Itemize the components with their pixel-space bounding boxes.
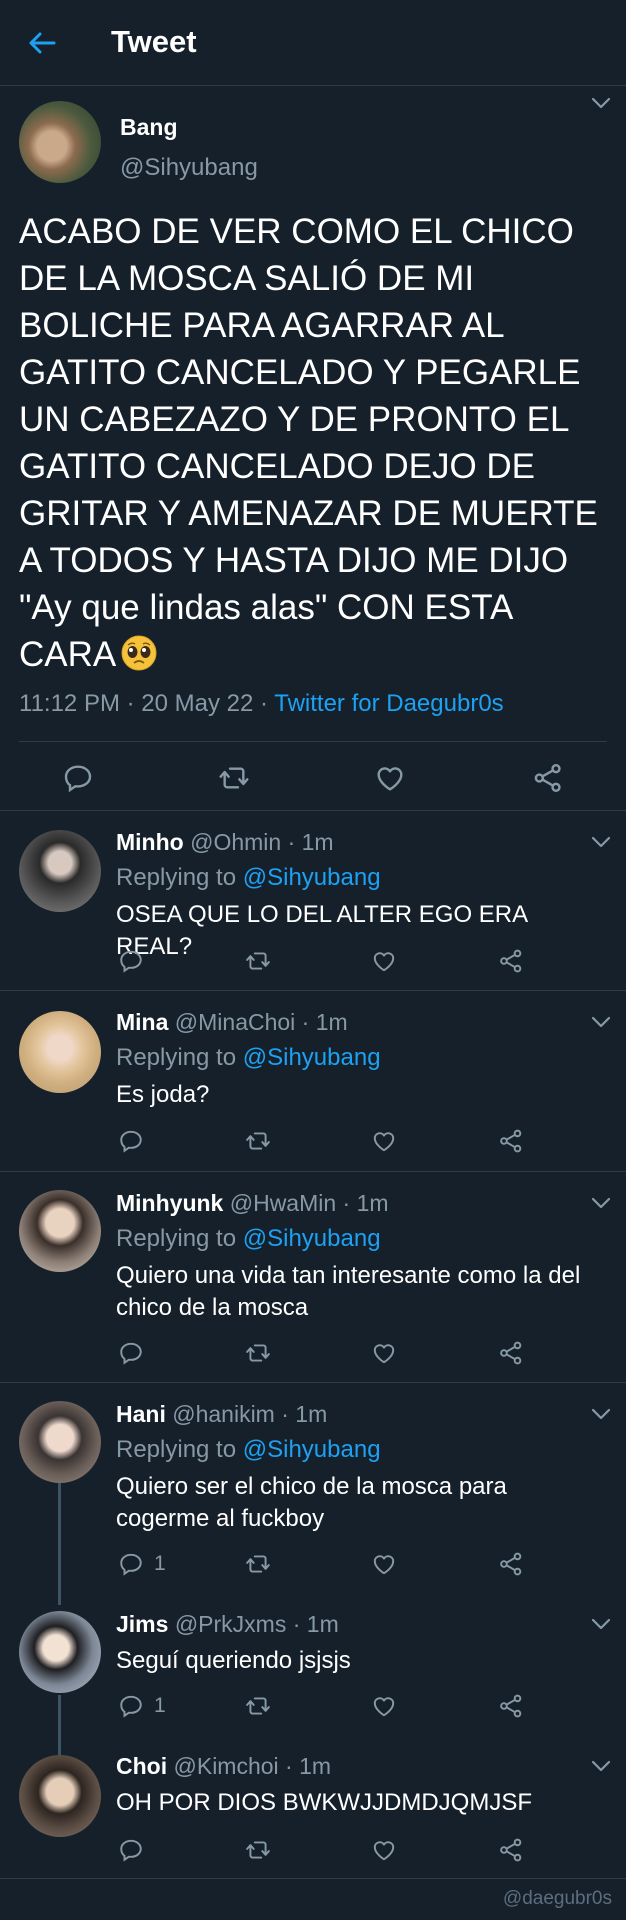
avatar[interactable] bbox=[19, 1611, 101, 1693]
chevron-down-icon[interactable] bbox=[590, 1617, 612, 1631]
reply-actions bbox=[0, 1128, 626, 1158]
avatar[interactable] bbox=[19, 1755, 101, 1837]
tweet-text: ACABO DE VER COMO EL CHICO DE LA MOSCA S… bbox=[19, 208, 609, 678]
top-bar: Tweet bbox=[0, 0, 626, 86]
reply-actions bbox=[0, 1837, 626, 1867]
avatar[interactable] bbox=[19, 1011, 101, 1093]
tweet-meta: 11:12 PM · 20 May 22 · Twitter for Daegu… bbox=[19, 690, 504, 718]
retweet-icon[interactable] bbox=[245, 1128, 271, 1154]
author-name[interactable]: Hani bbox=[116, 1401, 166, 1427]
chevron-down-icon[interactable] bbox=[590, 1407, 612, 1421]
author-handle[interactable]: @Ohmin · 1m bbox=[190, 829, 333, 855]
chevron-down-icon[interactable] bbox=[590, 835, 612, 849]
author-handle[interactable]: @MinaChoi · 1m bbox=[175, 1009, 348, 1035]
reply-text: Seguí queriendo jsjsjs bbox=[116, 1647, 351, 1674]
reply-tweet[interactable]: Mina @MinaChoi · 1m Replying to @Sihyuba… bbox=[0, 991, 626, 1172]
like-icon[interactable] bbox=[371, 1837, 397, 1863]
retweet-icon[interactable] bbox=[245, 948, 271, 974]
reply-text: OH POR DIOS BWKWJJDMDJQMJSF bbox=[116, 1789, 532, 1816]
tweet-actions bbox=[0, 754, 626, 804]
replying-handle[interactable]: @Sihyubang bbox=[243, 864, 381, 891]
reply-text: Quiero una vida tan interesante como la … bbox=[116, 1262, 581, 1321]
chevron-down-icon[interactable] bbox=[590, 1196, 612, 1210]
pleading-face-emoji bbox=[120, 634, 158, 672]
reply-tweet[interactable]: Minho @Ohmin · 1m Replying to @Sihyubang… bbox=[0, 811, 626, 991]
author-handle[interactable]: @PrkJxms · 1m bbox=[175, 1611, 339, 1637]
reply-tweet[interactable]: Jims @PrkJxms · 1m Seguí queriendo jsjsj… bbox=[0, 1593, 626, 1735]
tweet-text-body: ACABO DE VER COMO EL CHICO DE LA MOSCA S… bbox=[19, 212, 598, 674]
like-icon[interactable] bbox=[371, 1693, 397, 1719]
author-handle[interactable]: @Kimchoi · 1m bbox=[174, 1753, 332, 1779]
like-icon[interactable] bbox=[371, 1551, 397, 1577]
replying-handle[interactable]: @Sihyubang bbox=[243, 1436, 381, 1463]
author-name[interactable]: Minhyunk bbox=[116, 1190, 223, 1216]
retweet-icon[interactable] bbox=[245, 1340, 271, 1366]
share-icon[interactable] bbox=[532, 762, 564, 794]
reply-actions bbox=[0, 1340, 626, 1370]
chevron-down-icon[interactable] bbox=[590, 96, 612, 110]
retweet-icon[interactable] bbox=[245, 1693, 271, 1719]
reply-tweet[interactable]: Minhyunk @HwaMin · 1m Replying to @Sihyu… bbox=[0, 1172, 626, 1383]
replying-to: Replying to @Sihyubang bbox=[116, 1436, 381, 1463]
share-icon[interactable] bbox=[498, 1128, 524, 1154]
reply-icon[interactable] bbox=[118, 948, 144, 974]
divider bbox=[19, 741, 607, 742]
replying-handle[interactable]: @Sihyubang bbox=[243, 1225, 381, 1252]
reply-actions: 1 bbox=[0, 1551, 626, 1581]
like-icon[interactable] bbox=[371, 1128, 397, 1154]
reply-icon[interactable] bbox=[118, 1128, 144, 1154]
reply-actions: 1 bbox=[0, 1693, 626, 1723]
avatar[interactable] bbox=[19, 1401, 101, 1483]
replying-to: Replying to @Sihyubang bbox=[116, 1225, 381, 1252]
avatar[interactable] bbox=[19, 1190, 101, 1272]
arrow-left-icon bbox=[29, 32, 56, 54]
like-icon[interactable] bbox=[371, 948, 397, 974]
replying-to: Replying to @Sihyubang bbox=[116, 1044, 381, 1071]
share-icon[interactable] bbox=[498, 1551, 524, 1577]
author-handle[interactable]: @Sihyubang bbox=[120, 154, 258, 182]
author-handle[interactable]: @HwaMin · 1m bbox=[230, 1190, 389, 1216]
author-name[interactable]: Bang bbox=[120, 114, 178, 141]
author-name[interactable]: Mina bbox=[116, 1009, 168, 1035]
reply-count: 1 bbox=[154, 1694, 166, 1717]
share-icon[interactable] bbox=[498, 1340, 524, 1366]
replying-handle[interactable]: @Sihyubang bbox=[243, 1044, 381, 1071]
reply-actions bbox=[0, 948, 626, 978]
avatar[interactable] bbox=[19, 101, 101, 183]
replying-to: Replying to @Sihyubang bbox=[116, 864, 381, 891]
chevron-down-icon[interactable] bbox=[590, 1759, 612, 1773]
reply-icon[interactable] bbox=[118, 1551, 144, 1577]
reply-text: Es joda? bbox=[116, 1081, 210, 1108]
share-icon[interactable] bbox=[498, 1693, 524, 1719]
tweet-timestamp[interactable]: 11:12 PM · 20 May 22 · bbox=[19, 690, 274, 717]
chevron-down-icon[interactable] bbox=[590, 1015, 612, 1029]
author-name[interactable]: Jims bbox=[116, 1611, 168, 1637]
back-button[interactable] bbox=[26, 27, 58, 59]
reply-count: 1 bbox=[154, 1552, 166, 1575]
reply-icon[interactable] bbox=[118, 1837, 144, 1863]
author-name[interactable]: Choi bbox=[116, 1753, 167, 1779]
tweet-source[interactable]: Twitter for Daegubr0s bbox=[274, 690, 503, 717]
retweet-icon[interactable] bbox=[218, 762, 250, 794]
like-icon[interactable] bbox=[374, 762, 406, 794]
reply-icon[interactable] bbox=[118, 1340, 144, 1366]
retweet-icon[interactable] bbox=[245, 1837, 271, 1863]
reply-text: Quiero ser el chico de la mosca para cog… bbox=[116, 1473, 507, 1532]
reply-tweet[interactable]: Hani @hanikim · 1m Replying to @Sihyuban… bbox=[0, 1383, 626, 1593]
author-name[interactable]: Minho bbox=[116, 829, 184, 855]
like-icon[interactable] bbox=[371, 1340, 397, 1366]
reply-tweet[interactable]: Choi @Kimchoi · 1m OH POR DIOS BWKWJJDMD… bbox=[0, 1735, 626, 1879]
share-icon[interactable] bbox=[498, 1837, 524, 1863]
reply-icon[interactable] bbox=[118, 1693, 144, 1719]
reply-icon[interactable] bbox=[62, 762, 94, 794]
retweet-icon[interactable] bbox=[245, 1551, 271, 1577]
avatar[interactable] bbox=[19, 830, 101, 912]
page-title: Tweet bbox=[111, 24, 197, 59]
share-icon[interactable] bbox=[498, 948, 524, 974]
main-tweet: Bang @Sihyubang ACABO DE VER COMO EL CHI… bbox=[0, 86, 626, 811]
watermark: @daegubr0s bbox=[502, 1888, 612, 1909]
author-handle[interactable]: @hanikim · 1m bbox=[172, 1401, 327, 1427]
